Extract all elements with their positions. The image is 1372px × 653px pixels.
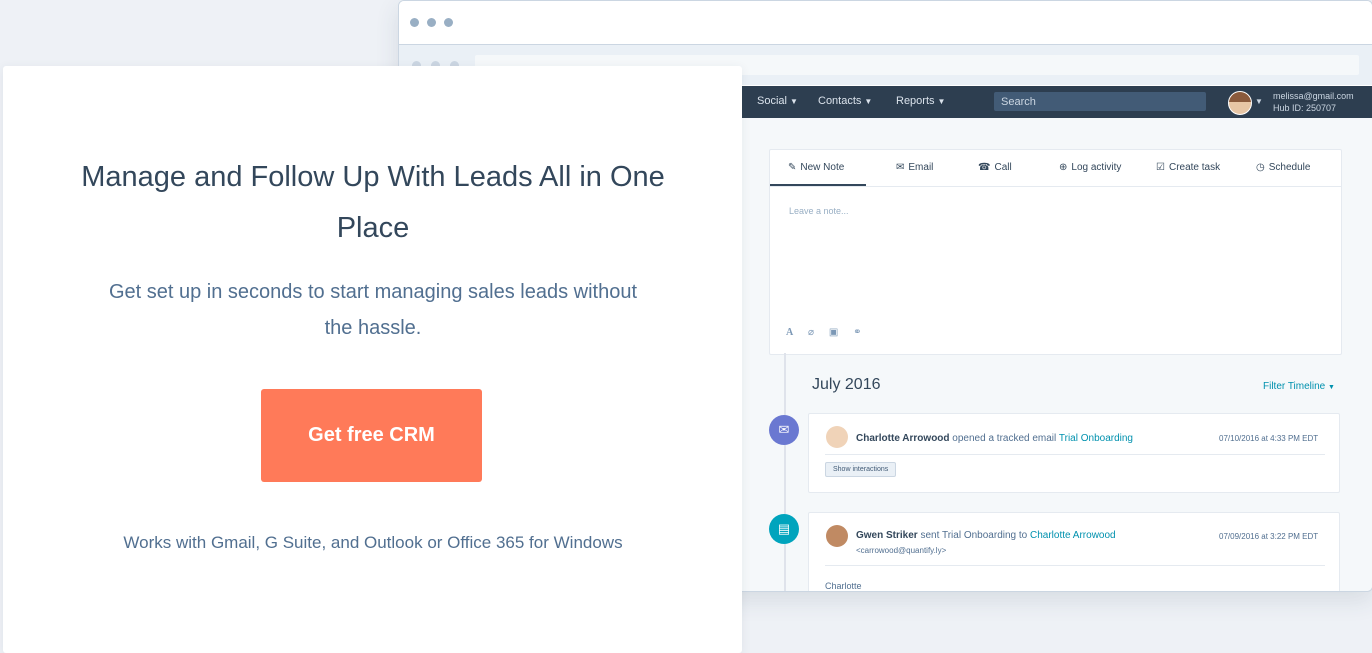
- account-email: melissa@gmail.com: [1273, 91, 1354, 101]
- caret-down-icon: ▼: [937, 97, 946, 106]
- user-avatar[interactable]: [1228, 91, 1252, 115]
- event-action: sent Trial Onboarding to: [920, 530, 1028, 541]
- event-action: opened a tracked email: [952, 433, 1057, 444]
- show-interactions-button[interactable]: Show interactions: [825, 462, 897, 477]
- hero-panel: Manage and Follow Up With Leads All in O…: [3, 66, 742, 653]
- tab-log-activity[interactable]: ⊕ Log activity: [1059, 162, 1121, 173]
- attach-icon[interactable]: ⌀: [808, 327, 814, 338]
- activity-composer: ✎ New Note ✉ Email ☎ Call ⊕ Log activity ☑ Cr…: [769, 149, 1342, 355]
- nav-search-input[interactable]: Search: [994, 92, 1206, 111]
- tab-create-task[interactable]: ☑ Create task: [1156, 162, 1220, 173]
- avatar: [826, 525, 848, 547]
- pencil-icon: ✎: [788, 162, 797, 173]
- timeline-month: July 2016: [812, 376, 881, 393]
- caret-down-icon[interactable]: ▼: [1255, 97, 1263, 106]
- nav-item-reports[interactable]: Reports ▼: [896, 95, 945, 107]
- avatar: [826, 426, 848, 448]
- window-dot-icon: [410, 18, 419, 27]
- timeline-event-card: Charlotte Arrowood opened a tracked emai…: [808, 413, 1340, 493]
- format-toolbar: A ⌀ ▣ ⚭: [786, 327, 873, 338]
- caret-down-icon: ▼: [789, 97, 798, 106]
- caret-down-icon: ▼: [864, 97, 873, 106]
- window-dot-icon: [444, 18, 453, 27]
- checkbox-icon: ☑: [1156, 162, 1165, 173]
- nav-item-social[interactable]: Social ▼: [757, 95, 798, 107]
- hub-id: Hub ID: 250707: [1273, 103, 1337, 113]
- event-email: <carrowood@quantify.ly>: [856, 546, 947, 555]
- get-free-crm-button[interactable]: Get free CRM: [261, 389, 482, 482]
- event-date: 07/09/2016 at 3:22 PM EDT: [1219, 532, 1319, 541]
- event-summary: Gwen Striker sent Trial Onboarding to Ch…: [856, 530, 1116, 541]
- composer-tabs: ✎ New Note ✉ Email ☎ Call ⊕ Log activity ☑ Cr…: [770, 150, 1341, 187]
- clock-icon: ◷: [1256, 162, 1265, 173]
- browser-titlebar: [399, 1, 1372, 45]
- event-body: Charlotte: [825, 581, 862, 591]
- divider: [825, 565, 1325, 566]
- event-actor[interactable]: Charlotte Arrowood: [856, 433, 950, 444]
- plus-circle-icon: ⊕: [1059, 162, 1068, 173]
- envelope-icon: ✉: [769, 415, 799, 445]
- envelope-icon: ✉: [896, 162, 905, 173]
- hero-headline: Manage and Follow Up With Leads All in O…: [81, 161, 665, 244]
- tab-call[interactable]: ☎ Call: [978, 162, 1012, 173]
- note-input[interactable]: Leave a note...: [789, 206, 849, 216]
- tab-schedule[interactable]: ◷ Schedule: [1256, 162, 1310, 173]
- event-date: 07/10/2016 at 4:33 PM EDT: [1219, 434, 1319, 443]
- link-icon[interactable]: ⚭: [853, 327, 861, 338]
- tab-email[interactable]: ✉ Email: [896, 162, 933, 173]
- active-tab-indicator: [770, 184, 866, 186]
- account-info: melissa@gmail.com Hub ID: 250707: [1273, 90, 1354, 114]
- document-icon: ▤: [769, 514, 799, 544]
- text-format-icon[interactable]: A: [786, 327, 793, 338]
- compatibility-note: Works with Gmail, G Suite, and Outlook o…: [123, 533, 623, 552]
- phone-icon: ☎: [978, 162, 991, 173]
- event-actor[interactable]: Gwen Striker: [856, 530, 918, 541]
- event-summary: Charlotte Arrowood opened a tracked emai…: [856, 433, 1133, 444]
- window-dot-icon: [427, 18, 436, 27]
- event-target-link[interactable]: Trial Onboarding: [1059, 433, 1133, 444]
- filter-timeline-link[interactable]: Filter Timeline ▼: [1263, 381, 1335, 392]
- hero-subheadline: Get set up in seconds to start managing …: [108, 281, 638, 339]
- tab-new-note[interactable]: ✎ New Note: [788, 162, 844, 173]
- timeline-line: [784, 353, 786, 591]
- divider: [825, 454, 1325, 455]
- timeline-event-card: Gwen Striker sent Trial Onboarding to Ch…: [808, 512, 1340, 591]
- event-target-link[interactable]: Charlotte Arrowood: [1030, 530, 1116, 541]
- caret-down-icon: ▼: [1328, 384, 1335, 391]
- image-icon[interactable]: ▣: [829, 327, 838, 338]
- nav-item-contacts[interactable]: Contacts ▼: [818, 95, 872, 107]
